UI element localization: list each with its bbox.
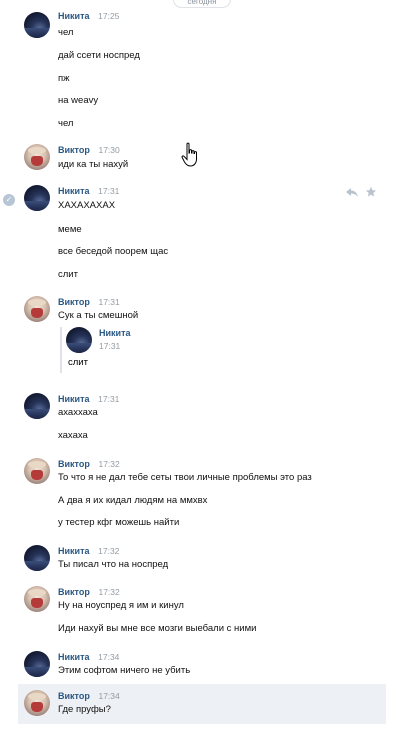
message-text: Иди нахуй вы мне все мозги выебали с ним… <box>58 623 257 634</box>
message-text: иди ка ты нахуй <box>58 159 129 170</box>
author-name[interactable]: Виктор <box>58 587 90 597</box>
forwarded-quote[interactable]: Никита 17:31 слит <box>60 327 180 373</box>
message-time[interactable]: 17:32 <box>98 546 119 556</box>
author-name[interactable]: Никита <box>58 546 89 556</box>
message-text: у тестер кфг можешь найти <box>58 517 180 528</box>
message-text: ахаххаха <box>58 407 98 418</box>
message-text: Ты писал что на носпред <box>58 559 169 570</box>
message-text: пж <box>58 73 70 84</box>
avatar[interactable] <box>24 545 50 571</box>
message-text: То что я не дал тебе сеты твои личные пр… <box>58 472 312 483</box>
message-header: Виктор 17:30 <box>58 145 120 156</box>
avatar[interactable] <box>24 393 50 419</box>
message-text: все беседой поорем щас <box>58 246 169 257</box>
message-text: ХАХАХАХАХ <box>58 200 116 211</box>
message-text: Сук а ты смешной <box>58 310 139 321</box>
message-header: Никита 17:31 <box>58 186 119 197</box>
message-text: Ну на ноуспред я им и кинул <box>58 600 184 611</box>
quote-text: слит <box>68 357 88 368</box>
message-text: меме <box>58 224 82 235</box>
author-name[interactable]: Никита <box>58 186 89 196</box>
author-name[interactable]: Никита <box>58 394 89 404</box>
quote-author[interactable]: Никита <box>99 328 130 338</box>
message-header: Виктор 17:32 <box>58 459 120 470</box>
message-time[interactable]: 17:32 <box>98 587 119 597</box>
message-group[interactable]: Никита 17:31 ахаххаха хахаха <box>18 393 386 443</box>
date-divider-pill: сегодня <box>173 0 231 8</box>
message-time[interactable]: 17:25 <box>98 11 119 21</box>
avatar[interactable] <box>24 296 50 322</box>
message-header: Виктор 17:31 <box>58 297 120 308</box>
avatar[interactable] <box>24 586 50 612</box>
author-name[interactable]: Виктор <box>58 297 90 307</box>
message-text: чел <box>58 118 74 129</box>
avatar[interactable] <box>24 690 50 716</box>
message-group[interactable]: Виктор 17:31 Сук а ты смешной Никита 17:… <box>18 296 386 376</box>
avatar[interactable] <box>24 651 50 677</box>
message-time[interactable]: 17:34 <box>98 652 119 662</box>
message-group[interactable]: Никита 17:25 чел дай ссети носпред пж на… <box>18 10 386 135</box>
author-name[interactable]: Виктор <box>58 145 90 155</box>
message-header: Никита 17:25 <box>58 11 119 22</box>
message-header: Никита 17:32 <box>58 546 119 557</box>
message-text: чел <box>58 27 74 38</box>
message-time[interactable]: 17:30 <box>98 145 119 155</box>
message-text: А два я их кидал людям на ммхвх <box>58 495 208 506</box>
message-group[interactable]: Виктор 17:30 иди ка ты нахуй <box>18 144 386 176</box>
message-text: на weavy <box>58 95 99 106</box>
author-name[interactable]: Никита <box>58 11 89 21</box>
message-text: хахаха <box>58 430 88 441</box>
avatar[interactable] <box>24 144 50 170</box>
message-group[interactable]: Никита 17:34 Этим софтом ничего не убить <box>18 651 386 681</box>
avatar[interactable] <box>24 458 50 484</box>
message-time[interactable]: 17:31 <box>98 297 119 307</box>
author-name[interactable]: Виктор <box>58 691 90 701</box>
message-time[interactable]: 17:34 <box>98 691 119 701</box>
message-group[interactable]: Виктор 17:32 То что я не дал тебе сеты т… <box>18 458 386 528</box>
avatar[interactable] <box>24 185 50 211</box>
reply-icon[interactable] <box>345 186 359 198</box>
message-group[interactable]: Виктор 17:32 Ну на ноуспред я им и кинул… <box>18 586 386 636</box>
message-text: слит <box>58 269 78 280</box>
avatar[interactable] <box>66 327 92 353</box>
check-circle-icon[interactable]: ✓ <box>3 194 15 206</box>
message-group[interactable]: Никита 17:32 Ты писал что на носпред <box>18 545 386 575</box>
message-group-selected[interactable]: Виктор 17:34 Где пруфы? <box>18 684 386 724</box>
message-text: дай ссети носпред <box>58 50 140 61</box>
message-text: Этим софтом ничего не убить <box>58 665 191 676</box>
hand-pointer-icon <box>181 142 197 167</box>
message-time[interactable]: 17:31 <box>98 394 119 404</box>
avatar[interactable] <box>24 12 50 38</box>
quote-time: 17:31 <box>99 341 121 351</box>
star-icon[interactable] <box>365 186 377 198</box>
message-actions <box>345 186 379 198</box>
message-header: Никита 17:34 <box>58 652 119 663</box>
message-time[interactable]: 17:31 <box>98 186 119 196</box>
message-text: Где пруфы? <box>58 704 111 715</box>
message-header: Виктор 17:32 <box>58 587 120 598</box>
message-time[interactable]: 17:32 <box>98 459 119 469</box>
message-header: Виктор 17:34 <box>58 691 120 702</box>
message-header: Никита 17:31 <box>58 394 119 405</box>
author-name[interactable]: Никита <box>58 652 89 662</box>
author-name[interactable]: Виктор <box>58 459 90 469</box>
message-group[interactable]: Никита 17:31 ХАХАХАХАХ меме все беседой … <box>18 185 386 280</box>
